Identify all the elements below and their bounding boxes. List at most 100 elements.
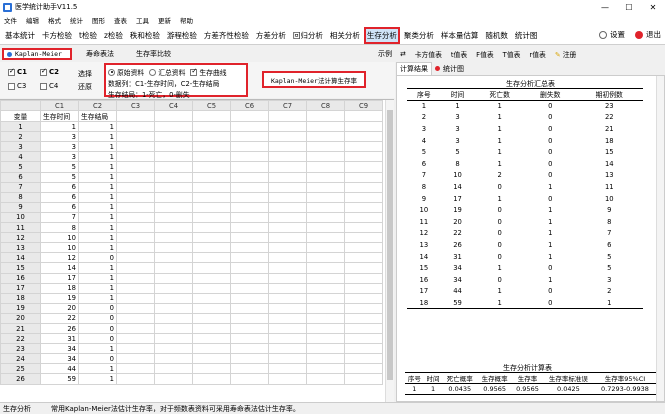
table-row[interactable]: 861: [0, 191, 383, 203]
cell-empty[interactable]: [344, 131, 383, 143]
cell-c2[interactable]: 1: [78, 262, 117, 274]
tab-chi-square[interactable]: 卡方检验: [39, 27, 75, 44]
cell-c2[interactable]: 1: [78, 121, 117, 133]
subtab-kaplan-meier[interactable]: Kaplan-Meier: [2, 48, 72, 60]
cell-empty[interactable]: [154, 201, 193, 213]
column-header[interactable]: C8: [306, 100, 345, 112]
table-row[interactable]: 651: [0, 171, 383, 183]
cell-empty[interactable]: [306, 201, 345, 213]
checkbox-survival-curve[interactable]: 生存曲线: [190, 67, 227, 77]
radio-raw-data[interactable]: 原始资料: [108, 67, 144, 77]
cell-empty[interactable]: [116, 222, 155, 234]
calculate-km-button[interactable]: Kaplan-Meier法计算生存率: [262, 71, 366, 88]
column-header[interactable]: C5: [192, 100, 231, 112]
table-row[interactable]: 11 8 1: [0, 222, 383, 234]
cell-empty[interactable]: [268, 201, 307, 213]
menu-format[interactable]: 格式: [48, 15, 61, 25]
cell-empty[interactable]: [116, 262, 155, 274]
cell-empty[interactable]: [230, 242, 269, 254]
cell-empty[interactable]: [154, 302, 193, 314]
table-row[interactable]: 14 12 0: [0, 252, 383, 264]
cell-empty[interactable]: [268, 181, 307, 193]
cell-empty[interactable]: [344, 201, 383, 213]
cell-empty[interactable]: [344, 322, 383, 335]
cell-c1[interactable]: 3: [40, 131, 79, 143]
variable-name-c1[interactable]: 生存时间: [40, 110, 79, 123]
menu-update[interactable]: 更新: [158, 15, 171, 25]
tab-runs-test[interactable]: 游程检验: [164, 27, 200, 44]
t-table-button[interactable]: t值表: [451, 49, 467, 59]
menu-help[interactable]: 帮助: [180, 15, 193, 25]
register-button[interactable]: ✎ 注册: [555, 49, 576, 59]
cell-empty[interactable]: [268, 333, 307, 345]
cell-c2[interactable]: 1: [78, 292, 117, 304]
cell-empty[interactable]: [344, 363, 383, 375]
cell-c2[interactable]: 1: [78, 201, 117, 213]
cell-c2[interactable]: 1: [78, 151, 117, 163]
tab-z-test[interactable]: z检验: [101, 27, 126, 44]
table-row[interactable]: 231: [0, 131, 383, 143]
tab-homogeneity[interactable]: 方差齐性检验: [201, 27, 252, 44]
cell-empty[interactable]: [344, 141, 383, 153]
cell-c1[interactable]: 7: [40, 211, 79, 224]
checkbox-c2[interactable]: C2: [40, 67, 59, 76]
cell-empty[interactable]: [268, 343, 307, 355]
cell-empty[interactable]: [192, 272, 231, 284]
cell-empty[interactable]: [154, 282, 193, 294]
variable-name-c2[interactable]: 生存结局: [78, 110, 117, 123]
cell-c1[interactable]: 17: [40, 272, 79, 284]
cell-empty[interactable]: [306, 121, 345, 133]
tab-stat-chart[interactable]: 统计图: [432, 64, 467, 74]
subtab-life-table[interactable]: 寿命表法: [86, 48, 114, 60]
cell-empty[interactable]: [306, 302, 345, 314]
table-row[interactable]: 551: [0, 161, 383, 173]
cell-empty[interactable]: [192, 232, 231, 244]
menu-tools[interactable]: 工具: [136, 15, 149, 25]
cell-empty[interactable]: [344, 282, 383, 294]
cell-empty[interactable]: [344, 222, 383, 234]
cell-empty[interactable]: [230, 171, 269, 183]
cell-empty[interactable]: [116, 161, 155, 173]
cell-empty[interactable]: [230, 191, 269, 203]
cell-empty[interactable]: [230, 373, 269, 385]
cell-empty[interactable]: [116, 171, 155, 183]
column-header[interactable]: C7: [268, 100, 307, 112]
tab-basic-stats[interactable]: 基本统计: [2, 27, 38, 44]
cell-empty[interactable]: [268, 373, 307, 385]
table-row[interactable]: 19 20 0: [0, 302, 383, 314]
checkbox-c3[interactable]: C3: [8, 82, 26, 90]
cell-empty[interactable]: [268, 272, 307, 284]
cell-c2[interactable]: 1: [78, 211, 117, 224]
checkbox-c1[interactable]: C1: [8, 67, 27, 76]
cell-empty[interactable]: [268, 131, 307, 143]
cell-empty[interactable]: [154, 191, 193, 203]
chi-square-table-button[interactable]: 卡方值表: [415, 49, 442, 59]
checkbox-c4[interactable]: C4: [40, 82, 58, 90]
cell-empty[interactable]: [268, 191, 307, 203]
tab-correlation[interactable]: 相关分析: [327, 27, 363, 44]
cell-empty[interactable]: [230, 222, 269, 234]
cell-c2[interactable]: 0: [78, 302, 117, 314]
cell-empty[interactable]: [116, 292, 155, 304]
cell-c2[interactable]: 1: [78, 161, 117, 173]
cell-empty[interactable]: [344, 242, 383, 254]
cell-empty[interactable]: [268, 222, 307, 234]
cell-empty[interactable]: [344, 353, 383, 365]
radio-summary-data[interactable]: 汇总资料: [149, 67, 185, 77]
example-link[interactable]: 示例: [378, 49, 392, 59]
cell-empty[interactable]: [154, 181, 193, 193]
cell-empty[interactable]: [230, 322, 269, 335]
cell-empty[interactable]: [268, 161, 307, 173]
tab-sample-size[interactable]: 样本量估算: [438, 27, 482, 44]
cell-empty[interactable]: [344, 302, 383, 314]
cell-c1[interactable]: 12: [40, 252, 79, 264]
cell-c2[interactable]: 1: [78, 272, 117, 284]
menu-graph[interactable]: 图形: [92, 15, 105, 25]
cell-empty[interactable]: [230, 201, 269, 213]
cell-empty[interactable]: [116, 242, 155, 254]
cell-empty[interactable]: [116, 312, 155, 324]
cell-c2[interactable]: 1: [78, 131, 117, 143]
cell-empty[interactable]: [116, 151, 155, 163]
cell-empty[interactable]: [344, 171, 383, 183]
cell-c2[interactable]: 1: [78, 363, 117, 375]
